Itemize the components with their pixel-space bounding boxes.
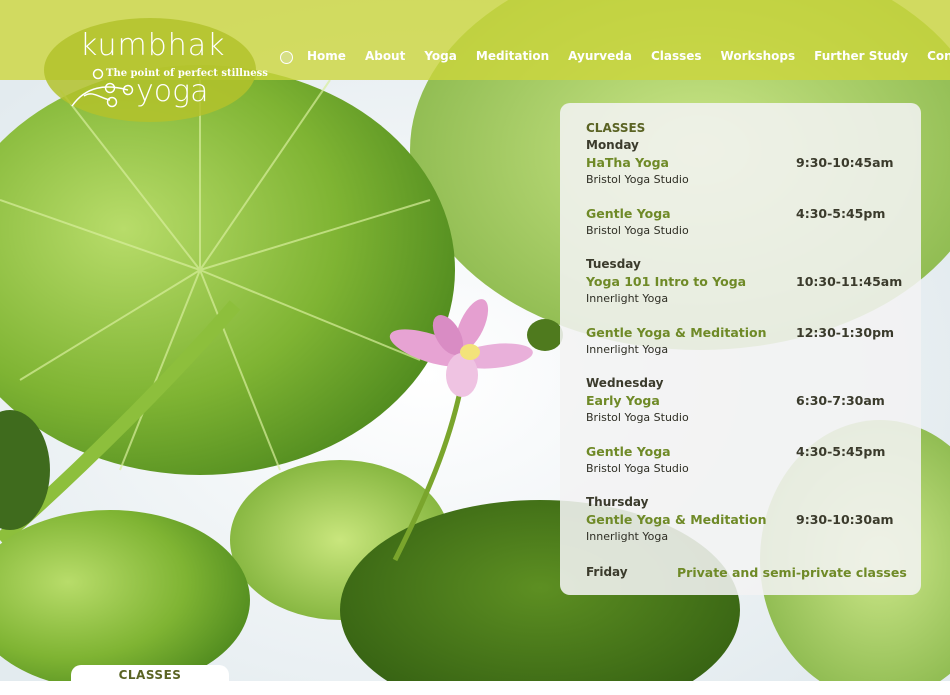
day-wednesday: Wednesday bbox=[586, 376, 664, 390]
class-entry: HaTha Yoga 9:30-10:45am Bristol Yoga Stu… bbox=[586, 154, 906, 188]
nav-item-home[interactable]: Home bbox=[307, 49, 346, 63]
class-name[interactable]: HaTha Yoga bbox=[586, 154, 669, 171]
class-name[interactable]: Yoga 101 Intro to Yoga bbox=[586, 273, 746, 290]
classes-tab[interactable]: CLASSES bbox=[71, 665, 229, 695]
class-time: 12:30-1:30pm bbox=[796, 325, 895, 340]
class-name[interactable]: Gentle Yoga bbox=[586, 205, 671, 222]
nav-item-ayurveda[interactable]: Ayurveda bbox=[568, 49, 632, 63]
friday-entry: Friday Private and semi-private classes bbox=[586, 564, 907, 581]
class-schedule-panel: CLASSES Monday HaTha Yoga 9:30-10:45am B… bbox=[560, 103, 921, 595]
day-thursday: Thursday bbox=[586, 495, 649, 509]
class-name[interactable]: Early Yoga bbox=[586, 392, 660, 409]
class-entry: Early Yoga 6:30-7:30am Bristol Yoga Stud… bbox=[586, 392, 906, 426]
class-entry: Gentle Yoga 4:30-5:45pm Bristol Yoga Stu… bbox=[586, 443, 906, 477]
class-time: 10:30-11:45am bbox=[796, 274, 903, 289]
friday-note[interactable]: Private and semi-private classes bbox=[677, 564, 907, 581]
class-name[interactable]: Gentle Yoga & Meditation bbox=[586, 511, 767, 528]
class-entry: Gentle Yoga & Meditation 9:30-10:30am In… bbox=[586, 511, 906, 545]
logo-word-kumbhak: kumbhak bbox=[80, 28, 226, 63]
class-entry: Gentle Yoga 4:30-5:45pm Bristol Yoga Stu… bbox=[586, 205, 906, 239]
day-tuesday: Tuesday bbox=[586, 257, 641, 271]
class-name[interactable]: Gentle Yoga bbox=[586, 443, 671, 460]
nav-item-classes[interactable]: Classes bbox=[651, 49, 702, 63]
nav-item-workshops[interactable]: Workshops bbox=[721, 49, 796, 63]
class-location: Bristol Yoga Studio bbox=[586, 173, 689, 186]
nav-item-contact[interactable]: Contact bbox=[927, 49, 950, 63]
class-location: Innerlight Yoga bbox=[586, 292, 669, 305]
class-entry: Gentle Yoga & Meditation 12:30-1:30pm In… bbox=[586, 324, 906, 358]
class-time: 9:30-10:30am bbox=[796, 512, 894, 527]
classes-tab-label: CLASSES bbox=[118, 668, 182, 682]
class-location: Innerlight Yoga bbox=[586, 343, 669, 356]
class-time: 4:30-5:45pm bbox=[796, 444, 886, 459]
nav-item-about[interactable]: About bbox=[365, 49, 405, 63]
nav-item-further-study[interactable]: Further Study bbox=[814, 49, 908, 63]
day-monday: Monday bbox=[586, 138, 639, 152]
class-time: 4:30-5:45pm bbox=[796, 206, 886, 221]
main-nav: Home About Yoga Meditation Ayurveda Clas… bbox=[280, 46, 950, 66]
nav-item-yoga[interactable]: Yoga bbox=[424, 49, 457, 63]
nav-bullet-icon bbox=[280, 50, 293, 64]
class-time: 9:30-10:45am bbox=[796, 155, 894, 170]
class-entry: Yoga 101 Intro to Yoga 10:30-11:45am Inn… bbox=[586, 273, 906, 307]
class-location: Bristol Yoga Studio bbox=[586, 411, 689, 424]
logo-word-yoga: yoga bbox=[136, 74, 209, 109]
class-location: Innerlight Yoga bbox=[586, 530, 669, 543]
day-friday: Friday bbox=[586, 565, 628, 579]
sprig-icon bbox=[71, 68, 134, 108]
schedule-heading: CLASSES bbox=[586, 121, 646, 135]
class-location: Bristol Yoga Studio bbox=[586, 462, 689, 475]
site-logo[interactable]: kumbhak The point of perfect stillness y… bbox=[44, 18, 268, 122]
nav-item-meditation[interactable]: Meditation bbox=[476, 49, 549, 63]
class-name[interactable]: Gentle Yoga & Meditation bbox=[586, 324, 767, 341]
class-location: Bristol Yoga Studio bbox=[586, 224, 689, 237]
class-time: 6:30-7:30am bbox=[796, 393, 885, 408]
